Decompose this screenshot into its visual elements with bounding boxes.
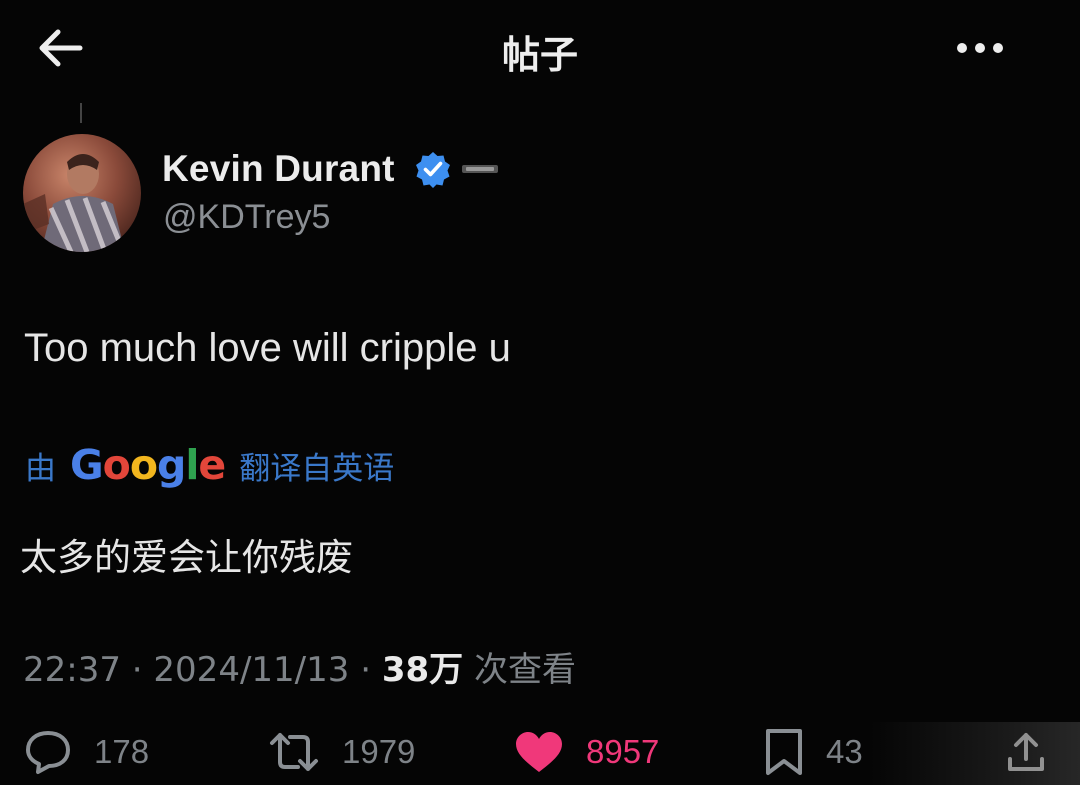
avatar[interactable] — [23, 134, 141, 252]
repost-button[interactable]: 1979 — [268, 722, 415, 782]
author-display-name[interactable]: Kevin Durant — [162, 148, 395, 190]
verified-badge-icon — [416, 152, 450, 188]
bookmark-icon — [766, 729, 802, 775]
share-icon — [1008, 733, 1044, 771]
post-detail-screen: 帖子 Kevin Durant @KDTrey5 Too much love w… — [0, 0, 1080, 785]
reply-count: 178 — [94, 733, 150, 770]
author-handle[interactable]: @KDTrey5 — [163, 198, 330, 237]
reply-button[interactable]: 178 — [24, 722, 149, 782]
bookmark-button[interactable]: 43 — [764, 722, 863, 782]
translation-attribution[interactable]: 由 Google 翻译自英语 — [25, 440, 394, 490]
translation-prefix: 由 — [25, 450, 56, 487]
like-count: 8957 — [586, 733, 660, 770]
top-bar: 帖子 — [0, 0, 1080, 100]
share-button[interactable] — [1004, 722, 1048, 782]
profile-photo — [23, 134, 141, 252]
thread-connector-line — [80, 103, 82, 123]
page-title: 帖子 — [501, 33, 578, 77]
more-options-button[interactable] — [950, 28, 1010, 68]
heart-icon — [516, 732, 562, 772]
like-button[interactable]: 8957 — [514, 722, 659, 782]
tweet-time: 22:37 — [23, 650, 121, 690]
google-logo: Google — [70, 441, 226, 489]
translated-text: 太多的爱会让你残废 — [20, 536, 353, 579]
translation-suffix: 翻译自英语 — [239, 450, 395, 487]
reply-bubble-icon — [26, 731, 70, 774]
meta-separator: · — [131, 650, 143, 690]
tweet-meta: 22:37 · 2024/11/13 · 38万 次查看 — [23, 642, 576, 691]
tweet-date: 2024/11/13 — [153, 650, 350, 690]
repost-icon — [270, 733, 318, 771]
action-bar: 178 1979 8957 43 — [0, 722, 1080, 785]
watermark-overlay — [870, 722, 1080, 785]
bookmark-count: 43 — [826, 733, 863, 770]
more-horizontal-icon — [957, 43, 1003, 53]
views-label: 次查看 — [473, 650, 576, 690]
meta-separator-2: · — [360, 650, 372, 690]
tweet-text: Too much love will cripple u — [24, 326, 511, 370]
views-count: 38万 — [381, 650, 464, 690]
repost-count: 1979 — [342, 733, 416, 770]
affiliate-badge-icon — [462, 165, 498, 173]
